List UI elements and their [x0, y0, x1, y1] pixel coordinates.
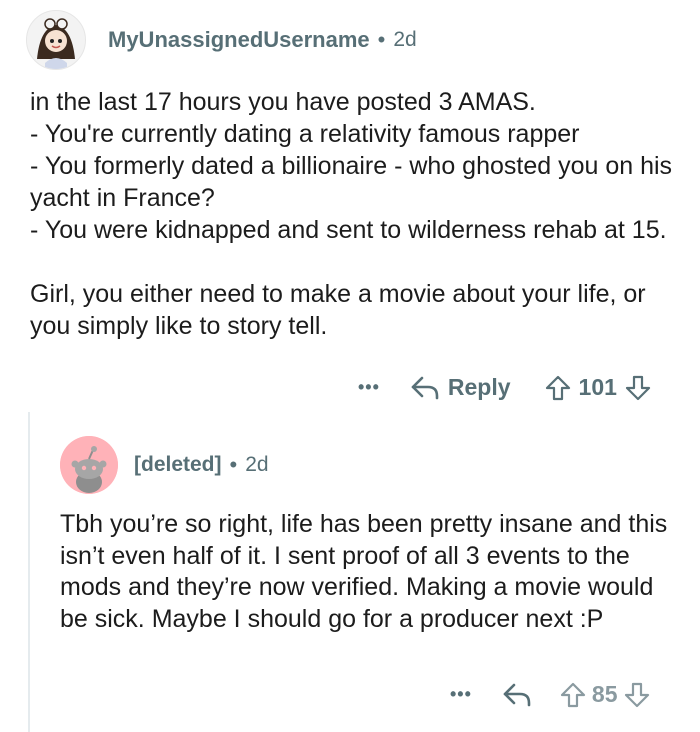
downvote-icon[interactable]	[624, 682, 650, 708]
comment-2-actions: ••• 85	[450, 681, 650, 708]
vote-score: 101	[578, 374, 617, 400]
comment-line: in the last 17 hours you have posted 3 A…	[30, 88, 536, 116]
downvote-icon[interactable]	[625, 375, 651, 401]
reply-icon	[410, 375, 440, 401]
timestamp: 2d	[393, 28, 417, 51]
comment-line: - You formerly dated a billionaire - who…	[30, 152, 673, 212]
comment-line: Tbh you’re so right, life has been prett…	[60, 510, 668, 633]
vote-controls: 101	[545, 374, 651, 401]
comment-line: Girl, you either need to make a movie ab…	[30, 280, 646, 340]
upvote-icon[interactable]	[545, 375, 571, 401]
thread-line	[28, 412, 30, 732]
comment-body: in the last 17 hours you have posted 3 A…	[30, 86, 680, 342]
username[interactable]: MyUnassignedUsername	[108, 27, 370, 53]
more-options-button[interactable]: •••	[450, 684, 472, 705]
comment-spacer	[30, 246, 680, 278]
deleted-user-icon	[60, 436, 118, 494]
reply-button[interactable]: Reply	[410, 374, 511, 401]
more-options-button[interactable]: •••	[358, 377, 380, 398]
vote-score: 85	[591, 681, 618, 707]
reply-icon	[502, 682, 532, 708]
vote-controls: 85	[560, 681, 650, 708]
comment-2-header: [deleted] • 2d	[60, 436, 269, 494]
avatar[interactable]	[60, 436, 118, 494]
comment-line: - You're currently dating a relativity f…	[30, 120, 580, 148]
user-avatar-icon	[27, 11, 85, 69]
avatar[interactable]	[26, 10, 86, 70]
comment-1-header: MyUnassignedUsername • 2d	[26, 10, 417, 70]
reply-label: Reply	[447, 374, 511, 400]
separator-dot: •	[229, 452, 238, 477]
upvote-icon[interactable]	[560, 682, 586, 708]
separator-dot: •	[377, 27, 386, 52]
comment-1-actions: ••• Reply 101	[358, 374, 651, 401]
username: [deleted]	[134, 453, 222, 476]
reply-button[interactable]	[502, 682, 532, 708]
timestamp: 2d	[245, 453, 269, 476]
comment-body: Tbh you’re so right, life has been prett…	[60, 509, 675, 635]
comment-line: - You were kidnapped and sent to wildern…	[30, 216, 667, 244]
